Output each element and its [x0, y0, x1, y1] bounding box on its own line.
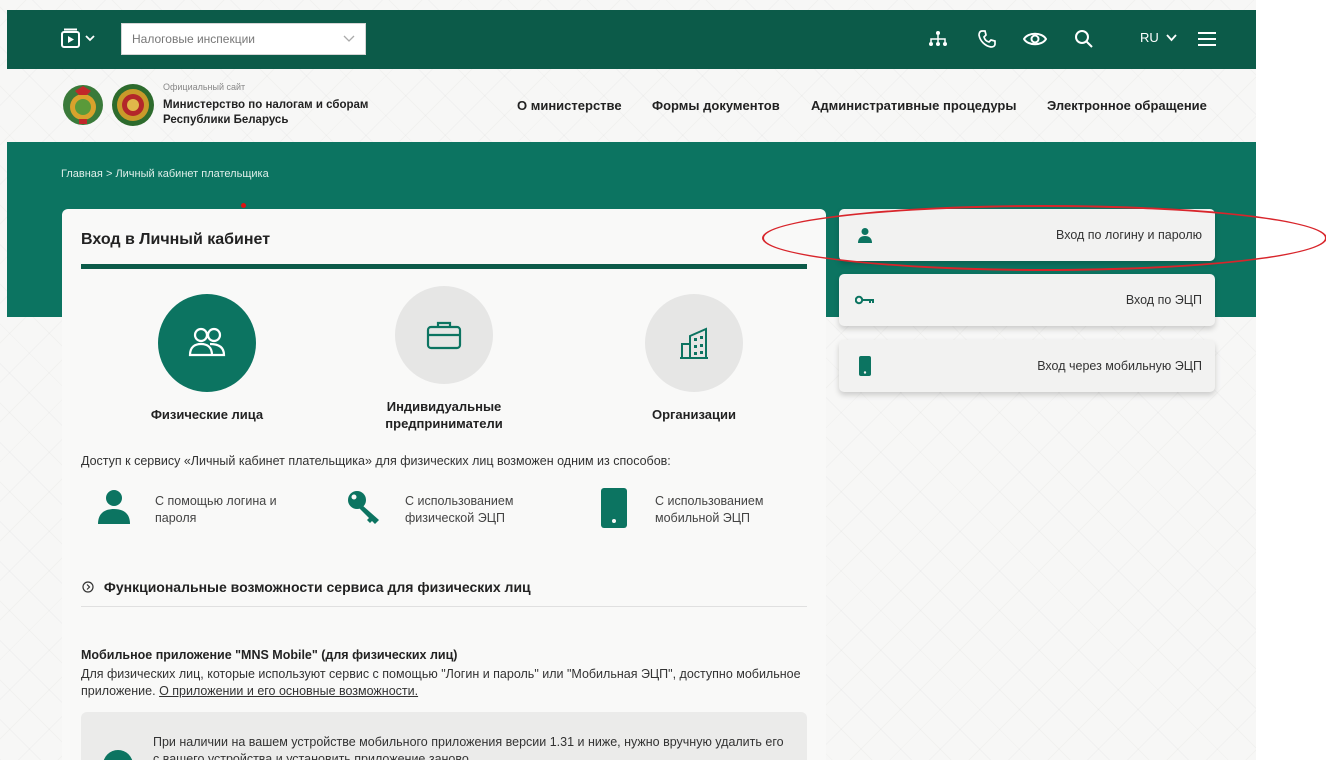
mobile-app-link[interactable]: О приложении и его основные возможности. — [159, 684, 418, 698]
method-login-password-line1: С помощью логина и — [155, 494, 277, 508]
category-organizations[interactable]: Организации — [594, 294, 794, 422]
annotation-dot — [241, 203, 246, 208]
mobile-app-description: Для физических лиц, которые используют с… — [81, 666, 801, 700]
method-login-password-text: С помощью логина и пароля — [155, 493, 277, 527]
method-mobile-ecp: С использованием мобильной ЭЦП — [600, 488, 763, 533]
sitemap-icon[interactable] — [927, 28, 949, 50]
mobile-app-title: Мобильное приложение "MNS Mobile" (для ф… — [81, 648, 458, 662]
chevron-down-icon — [1166, 34, 1178, 42]
card-title: Вход в Личный кабинет — [81, 231, 271, 248]
building-icon — [645, 294, 743, 392]
method-mobile-ecp-line1: С использованием — [655, 494, 764, 508]
method-mobile-ecp-text: С использованием мобильной ЭЦП — [655, 493, 763, 527]
access-description: Доступ к сервису «Личный кабинет платель… — [81, 454, 671, 468]
key-icon — [855, 290, 875, 310]
category-entrepreneurs-label-line2: предприниматели — [385, 416, 503, 431]
eye-icon[interactable] — [1023, 28, 1047, 50]
briefcase-icon — [395, 286, 493, 384]
person-icon — [855, 225, 875, 245]
notice-text: При наличии на вашем устройстве мобильно… — [153, 735, 784, 760]
inspections-select-value: Налоговые инспекции — [132, 32, 255, 46]
category-entrepreneurs-label: Индивидуальные предприниматели — [344, 398, 544, 432]
inspections-select[interactable]: Налоговые инспекции — [121, 23, 366, 55]
site-name[interactable]: Министерство по налогам и сборам Республ… — [163, 98, 393, 128]
users-icon — [158, 294, 256, 392]
login-ecp-button[interactable]: Вход по ЭЦП — [839, 274, 1215, 326]
login-card: Вход в Личный кабинет Физические лица Ин… — [62, 209, 826, 760]
login-password-button[interactable]: Вход по логину и паролю — [839, 209, 1215, 261]
top-bar: Налоговые инспекции RU — [7, 10, 1256, 69]
functions-toggle[interactable]: Функциональные возможности сервиса для ф… — [82, 579, 531, 595]
nav-electronic-appeal[interactable]: Электронное обращение — [1047, 98, 1207, 113]
method-login-password: С помощью логина и пароля — [97, 489, 277, 530]
menu-icon[interactable] — [1196, 29, 1218, 49]
page-margin — [1256, 0, 1326, 760]
method-physical-ecp-line2: физической ЭЦП — [405, 511, 505, 525]
method-physical-ecp-line1: С использованием — [405, 494, 514, 508]
site-name-line2: Республики Беларусь — [163, 114, 289, 126]
category-individuals-label: Физические лица — [150, 407, 264, 422]
category-individuals[interactable]: Физические лица — [107, 294, 307, 422]
video-icon[interactable] — [59, 27, 99, 51]
ministry-emblem-logo[interactable] — [111, 83, 155, 127]
breadcrumb-separator: > — [105, 168, 113, 180]
breadcrumb-current: Личный кабинет плательщика — [115, 168, 269, 180]
site-name-line1: Министерство по налогам и сборам — [163, 99, 369, 111]
method-physical-ecp: С использованием физической ЭЦП — [346, 489, 513, 530]
site-header: Официальный сайт Министерство по налогам… — [7, 69, 1256, 142]
nav-admin-procedures[interactable]: Административные процедуры — [811, 98, 1016, 113]
breadcrumb-home[interactable]: Главная — [61, 168, 103, 180]
login-password-label: Вход по логину и паролю — [1056, 228, 1202, 242]
nav-about-ministry[interactable]: О министерстве — [517, 98, 622, 113]
chevron-circle-icon — [82, 581, 94, 593]
site-subtitle: Официальный сайт — [163, 82, 246, 92]
chevron-down-icon — [343, 35, 355, 42]
divider — [81, 606, 807, 607]
phone-icon[interactable] — [976, 28, 998, 50]
nav-document-forms[interactable]: Формы документов — [652, 98, 780, 113]
state-emblem-logo[interactable] — [61, 83, 105, 127]
functions-title: Функциональные возможности сервиса для ф… — [103, 579, 531, 595]
breadcrumb: Главная > Личный кабинет плательщика — [61, 168, 269, 180]
method-mobile-ecp-line2: мобильной ЭЦП — [655, 511, 751, 525]
category-entrepreneurs-label-line1: Индивидуальные — [386, 399, 502, 414]
language-switcher[interactable]: RU — [1140, 30, 1178, 45]
info-icon — [103, 750, 133, 760]
login-mobile-ecp-label: Вход через мобильную ЭЦП — [1037, 359, 1202, 373]
search-icon[interactable] — [1073, 28, 1095, 50]
login-mobile-ecp-button[interactable]: Вход через мобильную ЭЦП — [839, 340, 1215, 392]
key-icon — [348, 491, 379, 524]
person-icon — [98, 490, 130, 524]
phone-device-icon — [855, 356, 875, 376]
category-entrepreneurs[interactable]: Индивидуальные предприниматели — [344, 286, 544, 431]
method-login-password-line2: пароля — [155, 511, 197, 525]
card-title-underline — [81, 264, 807, 269]
method-physical-ecp-text: С использованием физической ЭЦП — [405, 493, 513, 527]
category-organizations-label: Организации — [651, 407, 737, 422]
update-notice: При наличии на вашем устройстве мобильно… — [81, 712, 807, 760]
language-label: RU — [1140, 30, 1159, 45]
login-ecp-label: Вход по ЭЦП — [1125, 293, 1202, 307]
phone-device-icon — [601, 488, 627, 528]
